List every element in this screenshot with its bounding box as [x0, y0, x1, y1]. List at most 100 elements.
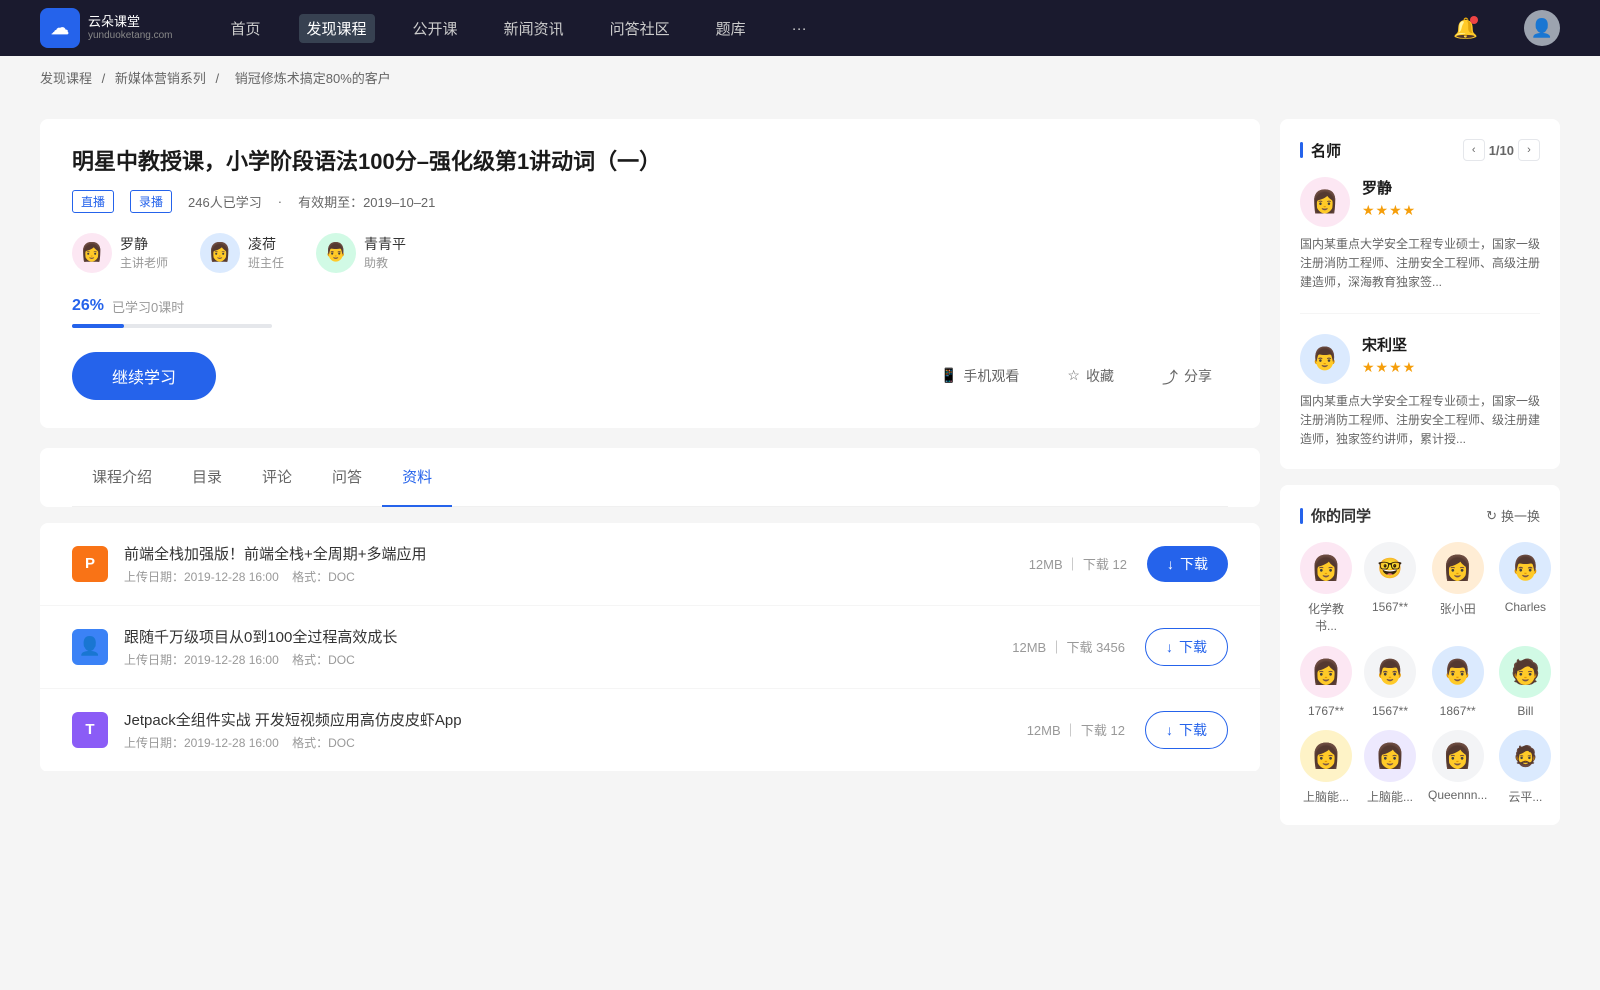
- classmate-0: 👩 化学教书...: [1300, 542, 1352, 634]
- resource-meta-2: 上传日期：2019-12-28 16:00 格式：DOC: [124, 734, 1027, 751]
- teacher-pagination: ‹ 1/10 ›: [1463, 139, 1540, 161]
- resource-name-2: Jetpack全组件实战 开发短视频应用高仿皮皮虾App: [124, 709, 1027, 730]
- user-avatar[interactable]: 👤: [1524, 10, 1560, 46]
- resource-list: P 前端全栈加强版！前端全栈+全周期+多端应用 上传日期：2019-12-28 …: [40, 523, 1260, 772]
- classmate-3: 👨 Charles: [1499, 542, 1551, 634]
- download-button-2[interactable]: ↓ 下载: [1145, 711, 1228, 749]
- nav-item-open[interactable]: 公开课: [405, 14, 466, 43]
- classmate-name-11: 云平...: [1508, 788, 1542, 805]
- course-header-card: 明星中教授课，小学阶段语法100分–强化级第1讲动词（一） 直播 录播 246人…: [40, 119, 1260, 428]
- classmate-name-9: 上脑能...: [1367, 788, 1413, 805]
- tab-qa[interactable]: 问答: [312, 448, 382, 507]
- main-layout: 明星中教授课，小学阶段语法100分–强化级第1讲动词（一） 直播 录播 246人…: [0, 99, 1600, 861]
- resource-meta-0: 上传日期：2019-12-28 16:00 格式：DOC: [124, 568, 1029, 585]
- notification-bell[interactable]: 🔔: [1453, 16, 1478, 41]
- logo-text: 云朵课堂 yunduoketang.com: [88, 14, 173, 42]
- breadcrumb-series[interactable]: 新媒体营销系列: [115, 71, 206, 86]
- teacher-sidebar-header-1: 👨 宋利坚 ★★★★: [1300, 334, 1540, 384]
- badge-live: 直播: [72, 190, 114, 213]
- resource-item-0: P 前端全栈加强版！前端全栈+全周期+多端应用 上传日期：2019-12-28 …: [40, 523, 1260, 606]
- refresh-classmates-button[interactable]: ↻ 换一换: [1486, 506, 1540, 525]
- breadcrumb-discover[interactable]: 发现课程: [40, 71, 92, 86]
- teachers-sidebar-card: 名师 ‹ 1/10 › 👩 罗静 ★★★★ 国内某重点大学安全工程专业硕士，: [1280, 119, 1560, 469]
- logo[interactable]: ☁ 云朵课堂 yunduoketang.com: [40, 8, 173, 48]
- teacher-2-name: 青青平: [364, 234, 406, 254]
- teacher-next-button[interactable]: ›: [1518, 139, 1540, 161]
- classmate-name-10: Queennn...: [1428, 788, 1487, 802]
- resource-meta-1: 上传日期：2019-12-28 16:00 格式：DOC: [124, 651, 1012, 668]
- teacher-1: 👩 凌荷 班主任: [200, 233, 284, 273]
- teacher-sidebar-header-0: 👩 罗静 ★★★★: [1300, 177, 1540, 227]
- teacher-sidebar-stars-1: ★★★★: [1362, 359, 1416, 376]
- classmate-avatar-2: 👩: [1432, 542, 1484, 594]
- classmate-name-0: 化学教书...: [1300, 600, 1352, 634]
- resource-stats-0: 12MB ｜ 下载 12: [1029, 554, 1127, 573]
- nav-item-quiz[interactable]: 题库: [708, 14, 754, 43]
- nav-item-news[interactable]: 新闻资讯: [496, 14, 572, 43]
- share-button[interactable]: ⤴ 分享: [1146, 356, 1228, 396]
- classmates-sidebar-card: 你的同学 ↻ 换一换 👩 化学教书... 🤓 1567** 👩: [1280, 485, 1560, 825]
- refresh-icon: ↻: [1486, 508, 1497, 524]
- teacher-sidebar-desc-1: 国内某重点大学安全工程专业硕士，国家一级注册消防工程师、注册安全工程师、级注册建…: [1300, 392, 1540, 450]
- resource-item-2: T Jetpack全组件实战 开发短视频应用高仿皮皮虾App 上传日期：2019…: [40, 689, 1260, 772]
- breadcrumb: 发现课程 / 新媒体营销系列 / 销冠修炼术搞定80%的客户: [0, 56, 1600, 99]
- classmate-1: 🤓 1567**: [1364, 542, 1416, 634]
- resource-icon-1: 👤: [72, 629, 108, 665]
- teacher-sidebar-1: 👨 宋利坚 ★★★★ 国内某重点大学安全工程专业硕士，国家一级注册消防工程师、注…: [1300, 334, 1540, 450]
- logo-icon: ☁: [40, 8, 80, 48]
- teacher-2: 👨 青青平 助教: [316, 233, 406, 273]
- collect-button[interactable]: ☆ 收藏: [1051, 358, 1130, 394]
- breadcrumb-current: 销冠修炼术搞定80%的客户: [235, 71, 391, 86]
- nav-item-discover[interactable]: 发现课程: [299, 14, 375, 43]
- tab-catalog[interactable]: 目录: [172, 448, 242, 507]
- classmates-header: 你的同学 ↻ 换一换: [1300, 505, 1540, 526]
- tab-review[interactable]: 评论: [242, 448, 312, 507]
- download-icon-2: ↓: [1166, 722, 1173, 738]
- classmate-7: 🧑 Bill: [1499, 646, 1551, 718]
- continue-study-button[interactable]: 继续学习: [72, 352, 216, 400]
- teacher-prev-button[interactable]: ‹: [1463, 139, 1485, 161]
- teacher-sidebar-avatar-0: 👩: [1300, 177, 1350, 227]
- classmate-name-5: 1567**: [1372, 704, 1408, 718]
- teacher-sidebar-name-0: 罗静: [1362, 177, 1416, 198]
- title-bar: [1300, 142, 1303, 158]
- classmate-5: 👨 1567**: [1364, 646, 1416, 718]
- resource-info-1: 跟随千万级项目从0到100全过程高效成长 上传日期：2019-12-28 16:…: [124, 626, 1012, 668]
- share-icon: ⤴: [1162, 364, 1178, 388]
- teachers-sidebar-title: 名师 ‹ 1/10 ›: [1300, 139, 1540, 161]
- main-content: 明星中教授课，小学阶段语法100分–强化级第1讲动词（一） 直播 录播 246人…: [40, 119, 1260, 841]
- resource-name-0: 前端全栈加强版！前端全栈+全周期+多端应用: [124, 543, 1029, 564]
- classmate-avatar-4: 👩: [1300, 646, 1352, 698]
- teacher-0-role: 主讲老师: [120, 254, 168, 271]
- download-button-0[interactable]: ↓ 下载: [1147, 546, 1228, 582]
- classmate-avatar-7: 🧑: [1499, 646, 1551, 698]
- classmate-name-6: 1867**: [1440, 704, 1476, 718]
- tab-intro[interactable]: 课程介绍: [72, 448, 172, 507]
- classmate-avatar-1: 🤓: [1364, 542, 1416, 594]
- mobile-watch-button[interactable]: 📱 手机观看: [924, 358, 1035, 394]
- classmates-title-bar: [1300, 508, 1303, 524]
- resource-name-1: 跟随千万级项目从0到100全过程高效成长: [124, 626, 1012, 647]
- teacher-sidebar-desc-0: 国内某重点大学安全工程专业硕士，国家一级注册消防工程师、注册安全工程师、高级注册…: [1300, 235, 1540, 293]
- tab-resource[interactable]: 资料: [382, 448, 452, 507]
- navbar: ☁ 云朵课堂 yunduoketang.com 首页 发现课程 公开课 新闻资讯…: [0, 0, 1600, 56]
- classmate-11: 🧔 云平...: [1499, 730, 1551, 805]
- teacher-2-avatar: 👨: [316, 233, 356, 273]
- teacher-0-name: 罗静: [120, 234, 168, 254]
- tabs-card: 课程介绍 目录 评论 问答 资料: [40, 448, 1260, 507]
- classmate-avatar-9: 👩: [1364, 730, 1416, 782]
- download-button-1[interactable]: ↓ 下载: [1145, 628, 1228, 666]
- teacher-1-name: 凌荷: [248, 234, 284, 254]
- teacher-sidebar-name-1: 宋利坚: [1362, 334, 1416, 355]
- teacher-2-role: 助教: [364, 254, 406, 271]
- resource-info-0: 前端全栈加强版！前端全栈+全周期+多端应用 上传日期：2019-12-28 16…: [124, 543, 1029, 585]
- classmate-name-1: 1567**: [1372, 600, 1408, 614]
- teacher-sidebar-stars-0: ★★★★: [1362, 202, 1416, 219]
- download-icon-0: ↓: [1167, 556, 1174, 572]
- nav-item-qa[interactable]: 问答社区: [602, 14, 678, 43]
- nav-item-more[interactable]: ···: [784, 16, 815, 41]
- teacher-page: 1/10: [1489, 143, 1514, 158]
- teacher-sidebar-avatar-1: 👨: [1300, 334, 1350, 384]
- nav-item-home[interactable]: 首页: [223, 14, 269, 43]
- classmate-name-3: Charles: [1505, 600, 1546, 614]
